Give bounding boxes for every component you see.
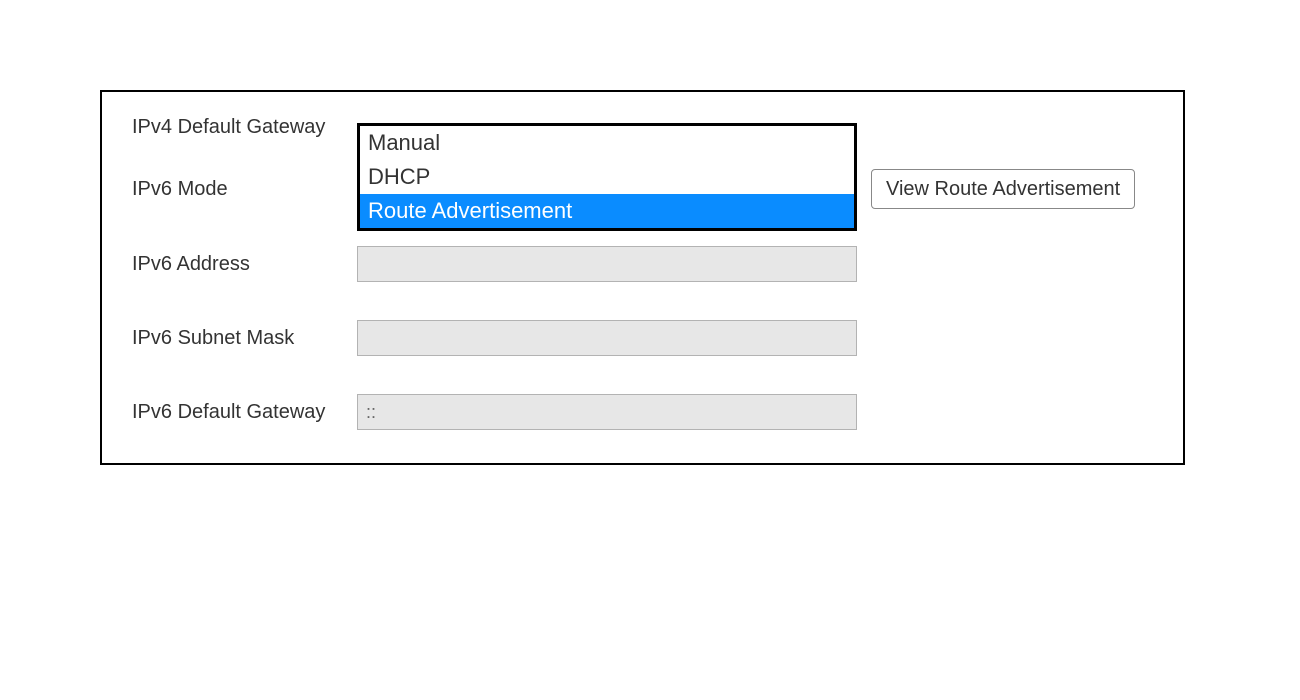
ipv6-mode-option-manual[interactable]: Manual: [360, 126, 854, 160]
ipv6-default-gateway-label: IPv6 Default Gateway: [132, 401, 357, 424]
ipv6-mode-option-route-advertisement[interactable]: Route Advertisement: [360, 194, 854, 228]
network-settings-panel: IPv4 Default Gateway Manual DHCP Route A…: [100, 90, 1185, 465]
ipv6-mode-option-dhcp[interactable]: DHCP: [360, 160, 854, 194]
ipv6-subnet-mask-input[interactable]: [357, 320, 857, 356]
ipv6-address-input[interactable]: [357, 246, 857, 282]
ipv6-mode-label: IPv6 Mode: [132, 178, 357, 201]
ipv6-address-label: IPv6 Address: [132, 253, 357, 276]
ipv6-mode-dropdown[interactable]: Manual DHCP Route Advertisement: [357, 123, 857, 231]
view-route-advertisement-button[interactable]: View Route Advertisement: [871, 169, 1135, 209]
ipv4-default-gateway-label: IPv4 Default Gateway: [132, 116, 357, 139]
ipv6-default-gateway-input[interactable]: [357, 394, 857, 430]
ipv6-subnet-mask-label: IPv6 Subnet Mask: [132, 327, 357, 350]
